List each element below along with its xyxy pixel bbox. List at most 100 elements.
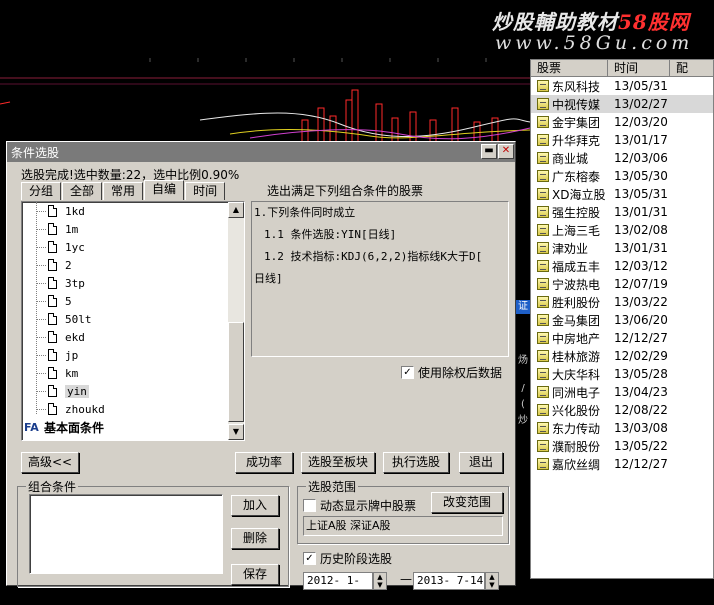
stock-row[interactable]: 津劝业 13/01/31 [531,239,713,257]
watermark-url: www.58Gu.com [495,32,694,54]
formula-tree-item[interactable]: ekd [22,328,228,346]
use-adjusted-data-checkbox[interactable]: ✓ 使用除权后数据 [401,364,502,381]
save-button[interactable]: 保存 [231,564,279,585]
criteria-description: 1.下列条件同时成立 1.1 条件选股:YIN[日线] 1.2 技术指标:KDJ… [251,201,509,357]
tree-root-fundamental[interactable]: FA 基本面条件 [22,418,228,436]
end-date-spinner-icon[interactable]: ▲ ▼ [485,572,499,590]
formula-tree-item[interactable]: jp [22,346,228,364]
scroll-down-icon[interactable]: ▼ [228,424,244,440]
stock-row[interactable]: 广东榕泰 13/05/30 [531,167,713,185]
stock-row[interactable]: 金马集团 13/06/20 [531,311,713,329]
execute-selection-button[interactable]: 执行选股 [383,452,449,473]
stock-result-list[interactable]: 股票 时间 配 东风科技 13/05/31 中视传媒 13/02/27 金宇集团 12/0… [530,59,714,579]
tab-all[interactable]: 全部 [62,182,103,200]
chart-volume-bar [345,99,353,143]
stock-row[interactable]: 福成五丰 12/03/12 [531,257,713,275]
stock-icon [537,296,549,308]
stock-row[interactable]: 桂林旅游 12/02/29 [531,347,713,365]
stock-row[interactable]: 东力传动 13/03/08 [531,419,713,437]
tab-custom[interactable]: 自编 [144,180,185,200]
scroll-up-icon[interactable]: ▲ [228,202,244,218]
select-to-board-button[interactable]: 选股至板块 [301,452,375,473]
stock-icon [537,260,549,272]
dialog-titlebar[interactable]: 条件选股 ▬ ✕ [7,142,515,162]
stock-row[interactable]: 升华拜克 13/01/17 [531,131,713,149]
column-header-time[interactable]: 时间 [608,60,670,76]
formula-tree-item[interactable]: 5 [22,292,228,310]
formula-tree-item[interactable]: 2 [22,256,228,274]
tab-group[interactable]: 分组 [21,182,62,200]
advanced-button[interactable]: 高级<< [21,452,79,473]
add-button[interactable]: 加入 [231,495,279,516]
exit-button[interactable]: 退出 [459,452,503,473]
formula-file-icon [48,205,57,217]
formula-tree-item[interactable]: zhoukd [22,400,228,418]
stock-name: 上海三毛 [552,223,601,238]
delete-button[interactable]: 删除 [231,528,279,549]
formula-file-icon [48,277,57,289]
stock-row[interactable]: 强生控股 13/01/31 [531,203,713,221]
stock-row[interactable]: 商业城 12/03/06 [531,149,713,167]
dialog-title: 条件选股 [11,145,60,160]
formula-tree-item[interactable]: 1kd [22,202,228,220]
formula-tree-item[interactable]: 3tp [22,274,228,292]
criteria-line: 1.2 技术指标:KDJ(6,2,2)指标线K大于D[ [264,250,483,263]
formula-tree-item[interactable]: 50lt [22,310,228,328]
start-date-spinner-icon[interactable]: ▲ ▼ [373,572,387,590]
success-rate-button[interactable]: 成功率 [235,452,293,473]
stock-icon [537,170,549,182]
stock-name: 濮耐股份 [552,439,601,454]
tab-time[interactable]: 时间 [185,182,226,200]
stock-row[interactable]: 大庆华科 13/05/28 [531,365,713,383]
stock-date: 13/05/30 [614,169,668,183]
column-header-stock[interactable]: 股票 [531,60,608,76]
combo-conditions-list[interactable] [29,494,223,574]
stock-name: 金宇集团 [552,115,601,130]
formula-name: 1m [65,222,79,236]
stock-date: 12/07/19 [614,277,668,291]
minimize-button[interactable]: ▬ [481,144,497,159]
formula-tree-item[interactable]: km [22,364,228,382]
stock-row[interactable]: 濮耐股份 13/05/22 [531,437,713,455]
stock-date: 13/04/23 [614,385,668,399]
tab-common[interactable]: 常用 [103,182,144,200]
stock-name: 津劝业 [552,241,589,256]
stock-row[interactable]: 兴化股份 12/08/22 [531,401,713,419]
chart-volume-bar [317,107,325,143]
change-range-button[interactable]: 改变范围 [431,492,503,513]
criteria-line: 1.下列条件同时成立 [254,206,356,219]
formula-tree[interactable]: 1kd 1m 1yc 2 3tp 5 50lt ekd jp km yin zhoukd FA 基本面… [21,201,245,441]
column-header-match[interactable]: 配 [670,60,713,76]
formula-name: ekd [65,330,85,344]
chart-candle-line [0,101,11,105]
stock-row[interactable]: 上海三毛 13/02/08 [531,221,713,239]
scroll-thumb[interactable] [228,322,244,422]
stock-name: 胜利股份 [552,295,601,310]
formula-tree-item[interactable]: 1yc [22,238,228,256]
stock-row[interactable]: 东风科技 13/05/31 [531,77,713,95]
stock-row[interactable]: 金宇集团 12/03/20 [531,113,713,131]
stock-row[interactable]: 胜利股份 13/03/22 [531,293,713,311]
end-date-field[interactable]: 2013- 7-14 [413,572,485,590]
stock-row[interactable]: 同洲电子 13/04/23 [531,383,713,401]
formula-name: yin [65,384,89,398]
history-period-checkbox[interactable]: ✓ 历史阶段选股 [303,550,392,567]
close-button[interactable]: ✕ [498,144,514,159]
stock-date: 13/05/22 [614,439,668,453]
stock-date: 12/03/06 [614,151,668,165]
stock-row[interactable]: 宁波热电 12/07/19 [531,275,713,293]
stock-row[interactable]: XD海立股 13/05/31 [531,185,713,203]
stock-date: 13/05/31 [614,187,668,201]
formula-tree-item[interactable]: yin [22,382,228,400]
formula-tree-item[interactable]: 1m [22,220,228,238]
stock-row[interactable]: 嘉欣丝绸 12/12/27 [531,455,713,473]
dynamic-show-checkbox[interactable]: 动态显示牌中股票 [303,497,416,514]
tree-scrollbar[interactable]: ▲ ▼ [228,202,244,440]
stock-name: 中视传媒 [552,97,601,112]
stock-row[interactable]: 中视传媒 13/02/27 [531,95,713,113]
formula-file-icon [48,223,57,235]
stock-icon [537,458,549,470]
start-date-field[interactable]: 2012- 1-14 [303,572,373,603]
stock-date: 12/12/27 [614,331,668,345]
stock-row[interactable]: 中房地产 12/12/27 [531,329,713,347]
